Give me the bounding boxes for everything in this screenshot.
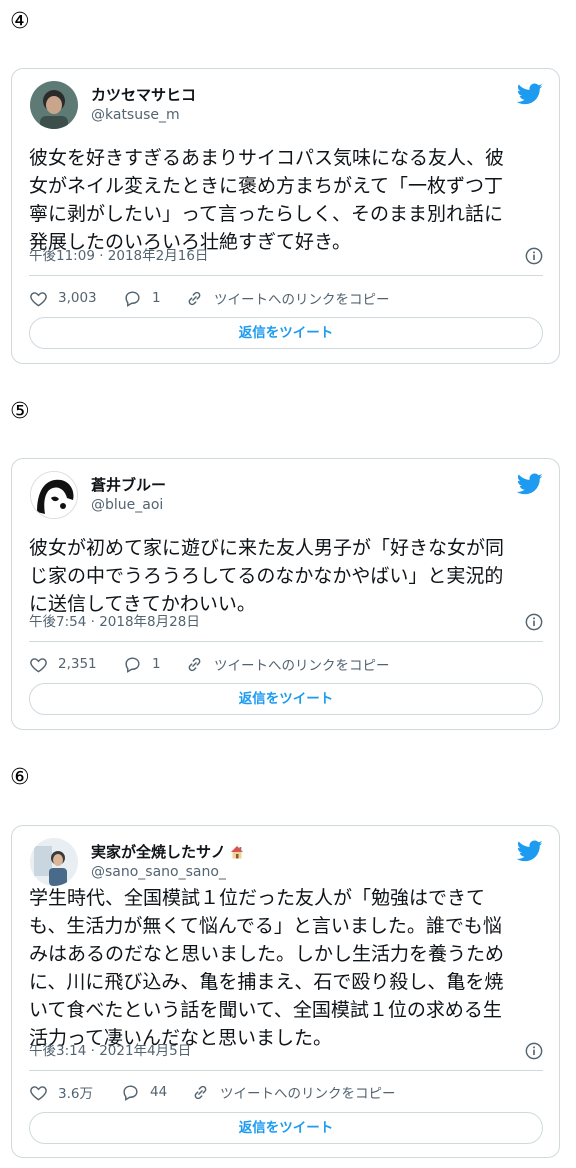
info-icon[interactable] <box>525 247 543 265</box>
divider <box>29 1070 543 1071</box>
section-number: ⑤ <box>10 399 30 424</box>
tweet-timestamp[interactable]: 午後7:54 · 2018年8月28日 <box>29 613 200 631</box>
link-icon <box>188 657 201 671</box>
tweet-card: 蒼井ブルー @blue_aoi 彼女が初めて家に遊びに来た友人男子が「好きな女が… <box>11 458 560 730</box>
heart-icon <box>30 657 47 672</box>
reply-tweet-button[interactable]: 返信をツイート <box>29 683 543 715</box>
copy-link-label: ツイートへのリンクをコピー <box>214 658 390 674</box>
link-icon <box>188 291 201 305</box>
like-count: 3,003 <box>58 290 97 306</box>
reply-tweet-button[interactable]: 返信をツイート <box>29 317 543 349</box>
reply-bubble-icon <box>125 290 140 307</box>
user-handle[interactable]: @blue_aoi <box>91 496 163 514</box>
tweet-actions: 3,003 1 ツイートへのリンクをコピー <box>29 287 543 309</box>
reply-count-button[interactable]: 1 <box>123 653 161 675</box>
like-button[interactable]: 3,003 <box>29 287 97 309</box>
tweet-text-line: 彼女が初めて家に遊びに来た友人男子が「好きな女が同 <box>29 537 505 559</box>
reply-count-button[interactable]: 44 <box>121 1081 167 1103</box>
reply-count: 44 <box>150 1084 168 1100</box>
twitter-bird-icon[interactable] <box>517 471 543 497</box>
tweet-card: 実家が全焼したサノ @sano_sano_sano_ 学生時代、全国模試１位だっ… <box>11 825 560 1158</box>
like-button[interactable]: 2,351 <box>29 653 97 675</box>
tweet-timestamp[interactable]: 午後11:09 · 2018年2月16日 <box>29 247 208 265</box>
like-button[interactable]: 3.6万 <box>29 1081 93 1103</box>
tweet-text-line: 寧に剥がしたい」って言ったらしく、そのまま別れ話に <box>29 203 504 225</box>
user-name[interactable]: カツセマサヒコ <box>91 85 196 105</box>
copy-link-button[interactable]: ツイートへのリンクをコピー <box>185 287 390 309</box>
like-count: 3.6万 <box>58 1086 93 1102</box>
twitter-bird-icon[interactable] <box>517 838 543 864</box>
tweet-text-line: 学生時代、全国模試１位だった友人が「勉強はできて <box>29 887 486 909</box>
tweet-text: 彼女が初めて家に遊びに来た友人男子が「好きな女が同 じ家の中でうろうろしてるのな… <box>29 534 545 618</box>
tweet-text-line: みはあるのだなと思いました。しかし生活力を養うため <box>29 943 505 965</box>
link-icon <box>194 1085 207 1099</box>
tweet-timestamp[interactable]: 午後3:14 · 2021年4月5日 <box>29 1042 191 1060</box>
user-name[interactable]: 蒼井ブルー <box>91 475 166 495</box>
copy-link-button[interactable]: ツイートへのリンクをコピー <box>191 1081 396 1103</box>
divider <box>29 641 543 642</box>
copy-link-label: ツイートへのリンクをコピー <box>214 292 390 308</box>
reply-count-button[interactable]: 1 <box>123 287 161 309</box>
like-count: 2,351 <box>58 656 97 672</box>
user-name: 実家が全焼したサノ <box>91 843 226 861</box>
heart-icon <box>30 291 47 306</box>
reply-count: 1 <box>152 656 161 672</box>
tweet-card: カツセマサヒコ @katsuse_m 彼女を好きすぎるあまりサイコパス気味になる… <box>11 68 560 364</box>
reply-bubble-icon <box>123 1084 138 1101</box>
twitter-bird-icon[interactable] <box>517 81 543 107</box>
reply-tweet-button[interactable]: 返信をツイート <box>29 1112 543 1144</box>
tweet-actions: 3.6万 44 ツイートへのリンクをコピー <box>29 1081 543 1103</box>
user-handle[interactable]: @sano_sano_sano_ <box>91 863 226 881</box>
tweet-text-line: いて食べたという話を聞いて、全国模試１位の求める生 <box>29 999 502 1021</box>
tweet-actions: 2,351 1 ツイートへのリンクをコピー <box>29 653 543 675</box>
avatar[interactable] <box>30 81 78 129</box>
reply-bubble-icon <box>125 656 140 673</box>
tweet-text-line: 女がネイル変えたときに褒め方まちがえて「一枚ずつ丁 <box>29 175 504 197</box>
reply-count: 1 <box>152 290 161 306</box>
tweet-text: 彼女を好きすぎるあまりサイコパス気味になる友人、彼 女がネイル変えたときに褒め方… <box>29 144 545 256</box>
tweet-text-line: 彼女を好きすぎるあまりサイコパス気味になる友人、彼 <box>29 147 505 169</box>
tweet-text-line: じ家の中でうろうろしてるのなかなかやばい」と実況的 <box>29 565 504 587</box>
info-icon[interactable] <box>525 613 543 631</box>
house-emoji-icon <box>230 846 243 859</box>
tweet-text: 学生時代、全国模試１位だった友人が「勉強はできて も、生活力が無くて悩んでる」と… <box>29 884 545 1052</box>
avatar[interactable] <box>30 471 78 519</box>
user-handle[interactable]: @katsuse_m <box>91 106 180 124</box>
section-number: ④ <box>10 9 30 34</box>
heart-icon <box>30 1085 47 1100</box>
avatar[interactable] <box>30 838 78 886</box>
tweet-text-line: も、生活力が無くて悩んでる」と言いました。誰でも悩 <box>29 915 502 937</box>
section-number: ⑥ <box>10 765 30 790</box>
user-name-row[interactable]: 実家が全焼したサノ <box>91 842 245 862</box>
divider <box>29 275 543 276</box>
info-icon[interactable] <box>525 1042 543 1060</box>
copy-link-label: ツイートへのリンクをコピー <box>220 1086 396 1102</box>
tweet-text-line: に、川に飛び込み、亀を捕まえ、石で殴り殺し、亀を焼 <box>29 971 504 993</box>
copy-link-button[interactable]: ツイートへのリンクをコピー <box>185 653 390 675</box>
